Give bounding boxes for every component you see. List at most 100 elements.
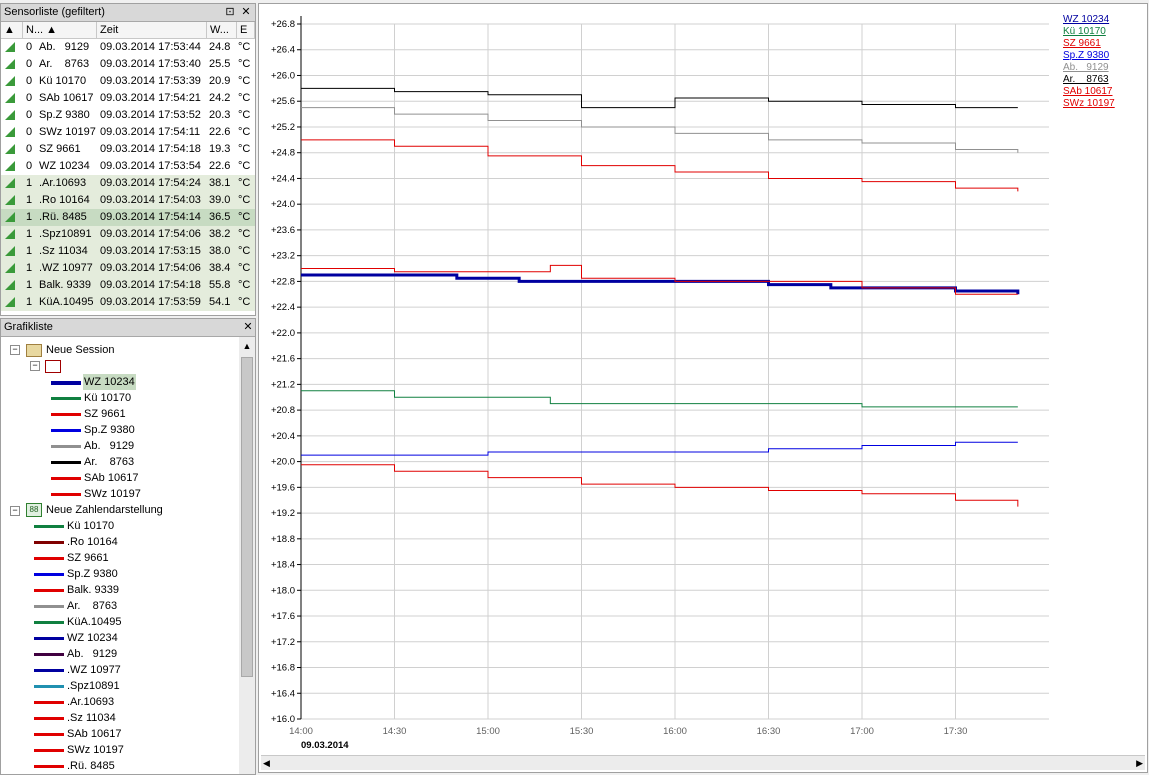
sensor-name: SWz 10197 bbox=[39, 126, 96, 138]
number-display-label[interactable]: Neue Zahlendarstellung bbox=[46, 502, 163, 518]
collapse-icon[interactable]: − bbox=[30, 361, 40, 371]
sensor-time: 09.03.2014 17:54:06 bbox=[100, 228, 201, 240]
number-display-item[interactable]: KüA.10495 bbox=[34, 614, 184, 630]
number-display-item[interactable]: .WZ 10977 bbox=[34, 662, 184, 678]
col-status[interactable]: ▲ bbox=[1, 22, 23, 38]
horizontal-scrollbar[interactable]: ◀ ▶ bbox=[261, 755, 1145, 770]
session-graph-item[interactable]: Kü 10170 bbox=[51, 390, 201, 406]
legend-entry[interactable]: Sp.Z 9380 bbox=[1063, 50, 1143, 62]
vertical-scrollbar[interactable]: ▲ bbox=[239, 337, 255, 774]
col-name[interactable]: N... ▲ bbox=[23, 22, 97, 38]
sensor-row[interactable]: 1 .Ar.10693 09.03.2014 17:54:24 38.1 °C bbox=[1, 175, 255, 192]
sensor-value: 19.3 bbox=[209, 143, 231, 155]
col-time[interactable]: Zeit bbox=[97, 22, 207, 38]
scroll-thumb[interactable] bbox=[241, 357, 253, 677]
legend-entry[interactable]: Ab. 9129 bbox=[1063, 62, 1143, 74]
session-label[interactable]: Neue Session bbox=[46, 342, 115, 358]
y-tick-label: +18.8 bbox=[271, 534, 295, 545]
sensor-row[interactable]: 1 .Ro 10164 09.03.2014 17:54:03 39.0 °C bbox=[1, 192, 255, 209]
sensor-value: 36.5 bbox=[209, 211, 231, 223]
sensor-name: KüA.10495 bbox=[39, 296, 94, 308]
graph-item-label: WZ 10234 bbox=[83, 374, 136, 390]
number-display-item[interactable]: .Ar.10693 bbox=[34, 694, 184, 710]
legend-entry[interactable]: SAb 10617 bbox=[1063, 86, 1143, 98]
col-value[interactable]: W... bbox=[207, 22, 237, 38]
number-display-item[interactable]: Ab. 9129 bbox=[34, 646, 184, 662]
sensor-row[interactable]: 1 Balk. 9339 09.03.2014 17:54:18 55.8 °C bbox=[1, 277, 255, 294]
scroll-up-icon[interactable]: ▲ bbox=[239, 341, 255, 351]
y-tick-label: +16.4 bbox=[271, 688, 295, 699]
pin-icon[interactable]: ⊡ bbox=[223, 5, 237, 20]
sensor-name: Balk. 9339 bbox=[39, 279, 91, 291]
sensor-value: 55.8 bbox=[209, 279, 231, 291]
sensor-row[interactable]: 1 .Sz 11034 09.03.2014 17:53:15 38.0 °C bbox=[1, 243, 255, 260]
series-line bbox=[301, 464, 1019, 507]
graph-item-label: SAb 10617 bbox=[67, 728, 122, 740]
legend-entry[interactable]: Ar. 8763 bbox=[1063, 74, 1143, 86]
y-tick-label: +20.8 bbox=[271, 405, 295, 416]
sensor-n: 0 bbox=[26, 41, 33, 53]
graph-item-label: Ar. 8763 bbox=[84, 456, 135, 468]
number-display-item[interactable]: SZ 9661 bbox=[34, 550, 184, 566]
sensor-name: .WZ 10977 bbox=[39, 262, 93, 274]
scroll-left-icon[interactable]: ◀ bbox=[263, 756, 270, 770]
number-display-item[interactable]: .Sz 11034 bbox=[34, 710, 184, 726]
session-graph-item[interactable]: Ab. 9129 bbox=[51, 438, 201, 454]
graph-item-label: Sp.Z 9380 bbox=[84, 424, 135, 436]
sensor-row[interactable]: 1 KüA.10495 09.03.2014 17:53:59 54.1 °C bbox=[1, 294, 255, 311]
collapse-icon[interactable]: − bbox=[10, 506, 20, 516]
number-display-item[interactable]: .Spz10891 bbox=[34, 678, 184, 694]
signal-icon bbox=[5, 161, 15, 171]
graph-item-label: Kü 10170 bbox=[84, 392, 132, 404]
sensor-row[interactable]: 0 Ab. 9129 09.03.2014 17:53:44 24.8 °C bbox=[1, 39, 255, 56]
sensor-name: SZ 9661 bbox=[39, 143, 81, 155]
graph-item-label: KüA.10495 bbox=[67, 616, 122, 628]
session-graph-item[interactable]: SZ 9661 bbox=[51, 406, 201, 422]
number-display-item[interactable]: WZ 10234 bbox=[34, 630, 184, 646]
sensor-time: 09.03.2014 17:54:03 bbox=[100, 194, 201, 206]
collapse-icon[interactable]: − bbox=[10, 345, 20, 355]
x-tick-label: 14:30 bbox=[383, 726, 407, 737]
number-display-item[interactable]: Ar. 8763 bbox=[34, 598, 184, 614]
number-display-item[interactable]: SWz 10197 bbox=[34, 742, 184, 758]
sensor-row[interactable]: 0 SAb 10617 09.03.2014 17:54:21 24.2 °C bbox=[1, 90, 255, 107]
sensor-row[interactable]: 1 .WZ 10977 09.03.2014 17:54:06 38.4 °C bbox=[1, 260, 255, 277]
sensor-row[interactable]: 1 .Rü. 8485 09.03.2014 17:54:14 36.5 °C bbox=[1, 209, 255, 226]
sensor-row[interactable]: 0 Kü 10170 09.03.2014 17:53:39 20.9 °C bbox=[1, 73, 255, 90]
sensor-row[interactable]: 0 SZ 9661 09.03.2014 17:54:18 19.3 °C bbox=[1, 141, 255, 158]
sensor-row[interactable]: 1 .Spz10891 09.03.2014 17:54:06 38.2 °C bbox=[1, 226, 255, 243]
sensor-row[interactable]: 0 Sp.Z 9380 09.03.2014 17:53:52 20.3 °C bbox=[1, 107, 255, 124]
y-tick-label: +19.6 bbox=[271, 482, 295, 493]
graph-item-label: .Spz10891 bbox=[67, 680, 120, 692]
sensor-list-panel: Sensorliste (gefiltert) ⊡ ✕ ▲ N... ▲ Zei… bbox=[0, 3, 256, 316]
number-display-item[interactable]: Balk. 9339 bbox=[34, 582, 184, 598]
number-display-item[interactable]: .Ro 10164 bbox=[34, 534, 184, 550]
session-graph-item[interactable]: Ar. 8763 bbox=[51, 454, 201, 470]
legend-entry[interactable]: SZ 9661 bbox=[1063, 38, 1143, 50]
close-icon[interactable]: ✕ bbox=[241, 320, 255, 335]
legend-entry[interactable]: Kü 10170 bbox=[1063, 26, 1143, 38]
temperature-chart: +16.0 +16.4 +16.8 +17.2 +17.6 +18.0 +18.4 +18.8… bbox=[271, 16, 1049, 751]
number-display-item[interactable]: Kü 10170 bbox=[34, 518, 184, 534]
session-graph-item[interactable]: WZ 10234 bbox=[51, 374, 201, 390]
col-value-label: W... bbox=[210, 24, 229, 36]
sensor-name: .Sz 11034 bbox=[39, 245, 88, 257]
session-graph-item[interactable]: SWz 10197 bbox=[51, 486, 201, 502]
scroll-right-icon[interactable]: ▶ bbox=[1136, 756, 1143, 770]
sensor-row[interactable]: 0 SWz 10197 09.03.2014 17:54:11 22.6 °C bbox=[1, 124, 255, 141]
sensor-time: 09.03.2014 17:53:54 bbox=[100, 160, 201, 172]
sensor-row[interactable]: 0 WZ 10234 09.03.2014 17:53:54 22.6 °C bbox=[1, 158, 255, 175]
legend-entry[interactable]: SWz 10197 bbox=[1063, 98, 1143, 110]
graph-item-label: SZ 9661 bbox=[84, 408, 126, 420]
sensor-row[interactable]: 0 Ar. 8763 09.03.2014 17:53:40 25.5 °C bbox=[1, 56, 255, 73]
number-display-item[interactable]: .Rü. 8485 bbox=[34, 758, 184, 774]
number-display-item[interactable]: SAb 10617 bbox=[34, 726, 184, 742]
col-unit[interactable]: E bbox=[237, 22, 255, 38]
x-tick-label: 15:00 bbox=[476, 726, 500, 737]
sensor-list-titlebar: Sensorliste (gefiltert) ⊡ ✕ bbox=[1, 4, 255, 22]
legend-entry[interactable]: WZ 10234 bbox=[1063, 14, 1143, 26]
close-icon[interactable]: ✕ bbox=[239, 5, 253, 20]
number-display-item[interactable]: Sp.Z 9380 bbox=[34, 566, 184, 582]
session-graph-item[interactable]: Sp.Z 9380 bbox=[51, 422, 201, 438]
session-graph-item[interactable]: SAb 10617 bbox=[51, 470, 201, 486]
